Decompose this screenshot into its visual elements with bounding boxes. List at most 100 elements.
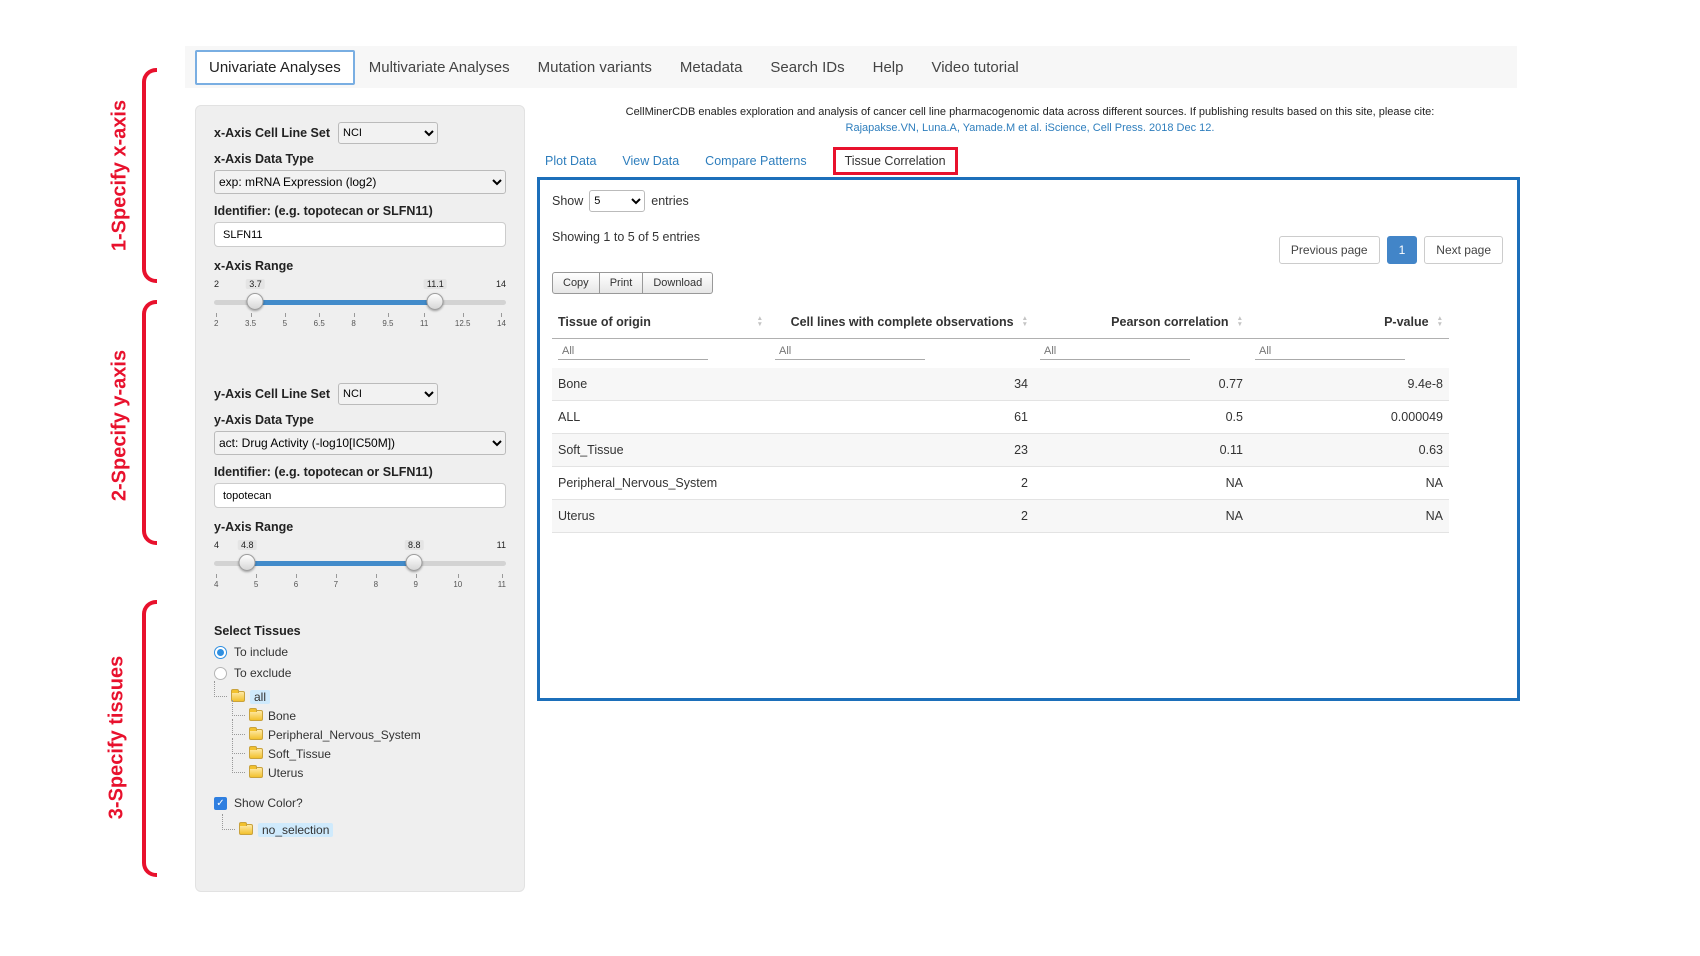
- cell-cell-lines: 61: [769, 401, 1034, 434]
- tab-view-data[interactable]: View Data: [622, 154, 679, 168]
- x-slider-high-handle[interactable]: [427, 293, 444, 310]
- cell-tissue: Uterus: [552, 500, 769, 533]
- sort-icon[interactable]: ▲▼: [1437, 316, 1443, 328]
- y-range-label: y-Axis Range: [214, 520, 506, 534]
- tab-mutation-variants[interactable]: Mutation variants: [524, 50, 666, 85]
- table-row[interactable]: Bone 34 0.77 9.4e-8: [552, 368, 1449, 401]
- cell-tissue: Bone: [552, 368, 769, 401]
- tab-tissue-correlation[interactable]: Tissue Correlation: [833, 147, 958, 175]
- cell-tissue: Soft_Tissue: [552, 434, 769, 467]
- show-color-label: Show Color?: [234, 796, 303, 810]
- cell-p-value: 0.63: [1249, 434, 1449, 467]
- filter-pearson-input[interactable]: [1040, 343, 1190, 360]
- result-tabs: Plot Data View Data Compare Patterns Tis…: [545, 147, 958, 175]
- tree-connector: [222, 814, 235, 830]
- tab-plot-data[interactable]: Plot Data: [545, 154, 596, 168]
- tree-node-no-selection[interactable]: no_selection: [222, 820, 506, 839]
- page-number-button[interactable]: 1: [1387, 236, 1418, 264]
- column-header-pearson[interactable]: ▲▼ Pearson correlation: [1034, 306, 1249, 339]
- copy-button[interactable]: Copy: [552, 272, 600, 294]
- cell-p-value: NA: [1249, 467, 1449, 500]
- main-nav: Univariate Analyses Multivariate Analyse…: [185, 46, 1517, 88]
- column-header-cell-lines[interactable]: ▲▼ Cell lines with complete observations: [769, 306, 1034, 339]
- page-length-select[interactable]: 5: [589, 190, 645, 212]
- tree-node-all[interactable]: all: [214, 687, 506, 706]
- tree-connector: [232, 757, 245, 773]
- sort-icon[interactable]: ▲▼: [1237, 316, 1243, 328]
- annotation-y-axis: 2-Specify y-axis: [109, 311, 132, 541]
- table-row[interactable]: Soft_Tissue 23 0.11 0.63: [552, 434, 1449, 467]
- y-slider-fill: [247, 561, 414, 566]
- x-cell-line-set-select[interactable]: NCI: [338, 122, 438, 144]
- filter-cell-lines-input[interactable]: [775, 343, 925, 360]
- x-identifier-input[interactable]: [214, 222, 506, 247]
- column-header-tissue[interactable]: ▲▼ Tissue of origin: [552, 306, 769, 339]
- filter-row: [552, 339, 1449, 369]
- previous-page-button[interactable]: Previous page: [1279, 236, 1380, 264]
- next-page-button[interactable]: Next page: [1424, 236, 1503, 264]
- tree-node-soft-tissue[interactable]: Soft_Tissue: [232, 744, 506, 763]
- y-slider-low-value: 4.8: [238, 540, 257, 550]
- tab-video-tutorial[interactable]: Video tutorial: [917, 50, 1032, 85]
- y-slider-min-label: 4: [214, 540, 219, 550]
- sort-icon[interactable]: ▲▼: [757, 316, 763, 328]
- y-cell-line-set-label: y-Axis Cell Line Set: [214, 387, 330, 401]
- x-data-type-select[interactable]: exp: mRNA Expression (log2): [214, 170, 506, 194]
- x-slider-low-handle[interactable]: [247, 293, 264, 310]
- cell-pearson: NA: [1034, 467, 1249, 500]
- citation-link[interactable]: Rajapakse.VN, Luna.A, Yamade.M et al. iS…: [846, 122, 1215, 134]
- show-label: Show: [552, 194, 583, 208]
- download-button[interactable]: Download: [643, 272, 713, 294]
- tree-node-uterus[interactable]: Uterus: [232, 763, 506, 782]
- filter-tissue-input[interactable]: [558, 343, 708, 360]
- table-row[interactable]: Peripheral_Nervous_System 2 NA NA: [552, 467, 1449, 500]
- folder-icon: [249, 729, 263, 740]
- to-exclude-label: To exclude: [234, 666, 291, 680]
- y-identifier-input[interactable]: [214, 483, 506, 508]
- show-color-checkbox[interactable]: ✓ Show Color?: [214, 796, 506, 810]
- table-row[interactable]: Uterus 2 NA NA: [552, 500, 1449, 533]
- tab-compare-patterns[interactable]: Compare Patterns: [705, 154, 806, 168]
- intro-text: CellMinerCDB enables exploration and ana…: [626, 106, 1435, 118]
- y-slider-high-handle[interactable]: [406, 554, 423, 571]
- cell-cell-lines: 34: [769, 368, 1034, 401]
- annotation-x-axis: 1-Specify x-axis: [109, 61, 132, 291]
- x-axis-range-slider[interactable]: 2 14 3.7 11.1 23.556.589.51112.514: [214, 279, 506, 339]
- to-exclude-radio[interactable]: To exclude: [214, 666, 506, 680]
- tree-connector: [232, 700, 245, 716]
- tree-node-peripheral-nervous-system[interactable]: Peripheral_Nervous_System: [232, 725, 506, 744]
- x-cell-line-set-label: x-Axis Cell Line Set: [214, 126, 330, 140]
- page: 1-Specify x-axis 2-Specify y-axis 3-Spec…: [0, 0, 1700, 956]
- column-header-p-value[interactable]: ▲▼ P-value: [1249, 306, 1449, 339]
- pagination: Previous page 1 Next page: [1279, 236, 1503, 264]
- sort-icon[interactable]: ▲▼: [1022, 316, 1028, 328]
- cell-pearson: NA: [1034, 500, 1249, 533]
- print-button[interactable]: Print: [600, 272, 644, 294]
- tab-metadata[interactable]: Metadata: [666, 50, 757, 85]
- radio-icon: [214, 646, 227, 659]
- annotation-tissues: 3-Specify tissues: [106, 623, 129, 853]
- bracket-y-axis: [142, 300, 157, 545]
- x-slider-fill: [255, 300, 435, 305]
- tree-node-bone[interactable]: Bone: [232, 706, 506, 725]
- tab-multivariate-analyses[interactable]: Multivariate Analyses: [355, 50, 524, 85]
- y-slider-scale: 4567891011: [214, 573, 506, 589]
- x-slider-max-label: 14: [496, 279, 506, 289]
- cell-cell-lines: 2: [769, 467, 1034, 500]
- y-axis-range-slider[interactable]: 4 11 4.8 8.8 4567891011: [214, 540, 506, 600]
- cell-p-value: 0.000049: [1249, 401, 1449, 434]
- y-identifier-label: Identifier: (e.g. topotecan or SLFN11): [214, 465, 506, 479]
- tab-help[interactable]: Help: [859, 50, 918, 85]
- y-cell-line-set-select[interactable]: NCI: [338, 383, 438, 405]
- tree-connector: [232, 719, 245, 735]
- y-data-type-select[interactable]: act: Drug Activity (-log10[IC50M]): [214, 431, 506, 455]
- x-slider-high-value: 11.1: [424, 279, 447, 289]
- filter-p-value-input[interactable]: [1255, 343, 1405, 360]
- tab-search-ids[interactable]: Search IDs: [756, 50, 858, 85]
- cell-pearson: 0.77: [1034, 368, 1249, 401]
- to-include-radio[interactable]: To include: [214, 645, 506, 659]
- table-row[interactable]: ALL 61 0.5 0.000049: [552, 401, 1449, 434]
- y-slider-low-handle[interactable]: [239, 554, 256, 571]
- tab-univariate-analyses[interactable]: Univariate Analyses: [195, 50, 355, 85]
- x-range-label: x-Axis Range: [214, 259, 506, 273]
